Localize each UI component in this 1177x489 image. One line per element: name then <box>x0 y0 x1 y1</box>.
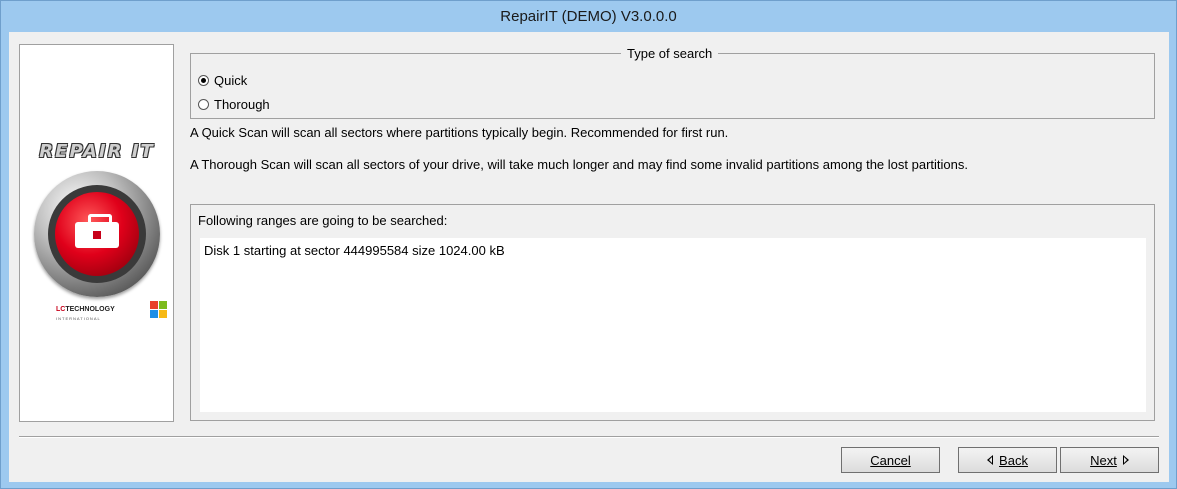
branding-panel: REPAIR IT LCTECHNOLOGY INTERNATIONAL <box>19 44 174 422</box>
radio-button-unchecked[interactable] <box>198 99 209 110</box>
radio-button-checked[interactable] <box>198 75 209 86</box>
title-bar[interactable]: RepairIT (DEMO) V3.0.0.0 <box>1 1 1176 32</box>
ranges-list[interactable]: Disk 1 starting at sector 444995584 size… <box>200 238 1146 412</box>
toolbox-icon <box>75 214 119 248</box>
list-item[interactable]: Disk 1 starting at sector 444995584 size… <box>204 243 505 258</box>
windows-flag-icon <box>150 301 168 319</box>
app-window: RepairIT (DEMO) V3.0.0.0 REPAIR IT LCTEC… <box>0 0 1177 489</box>
next-button-label: Next <box>1090 452 1117 468</box>
chevron-left-icon <box>987 455 994 465</box>
company-logo-subtitle: INTERNATIONAL <box>56 316 101 321</box>
window-title: RepairIT (DEMO) V3.0.0.0 <box>500 8 677 25</box>
ranges-label: Following ranges are going to be searche… <box>198 213 448 228</box>
cancel-button-label: Cancel <box>870 452 911 468</box>
back-button-label: Back <box>999 452 1028 468</box>
search-type-title: Type of search <box>621 46 719 61</box>
product-logo <box>34 171 160 297</box>
ranges-frame: Following ranges are going to be searche… <box>190 204 1155 421</box>
radio-quick[interactable]: Quick <box>198 73 247 88</box>
radio-quick-label[interactable]: Quick <box>214 73 247 88</box>
company-logo-prefix: LC <box>56 306 66 313</box>
client-area: REPAIR IT LCTECHNOLOGY INTERNATIONAL Typ… <box>9 32 1169 482</box>
search-type-group: Type of search Quick Thorough <box>190 46 1155 119</box>
divider <box>19 436 1159 438</box>
radio-thorough-label[interactable]: Thorough <box>214 97 270 112</box>
company-logo-rest: TECHNOLOGY <box>65 306 115 313</box>
product-logo-text: REPAIR IT <box>39 141 155 162</box>
next-button[interactable]: Next <box>1060 447 1159 473</box>
thorough-scan-description: A Thorough Scan will scan all sectors of… <box>190 157 968 172</box>
chevron-right-icon <box>1122 455 1129 465</box>
cancel-button[interactable]: Cancel <box>841 447 940 473</box>
radio-thorough[interactable]: Thorough <box>198 97 270 112</box>
back-button[interactable]: Back <box>958 447 1057 473</box>
quick-scan-description: A Quick Scan will scan all sectors where… <box>190 125 729 140</box>
